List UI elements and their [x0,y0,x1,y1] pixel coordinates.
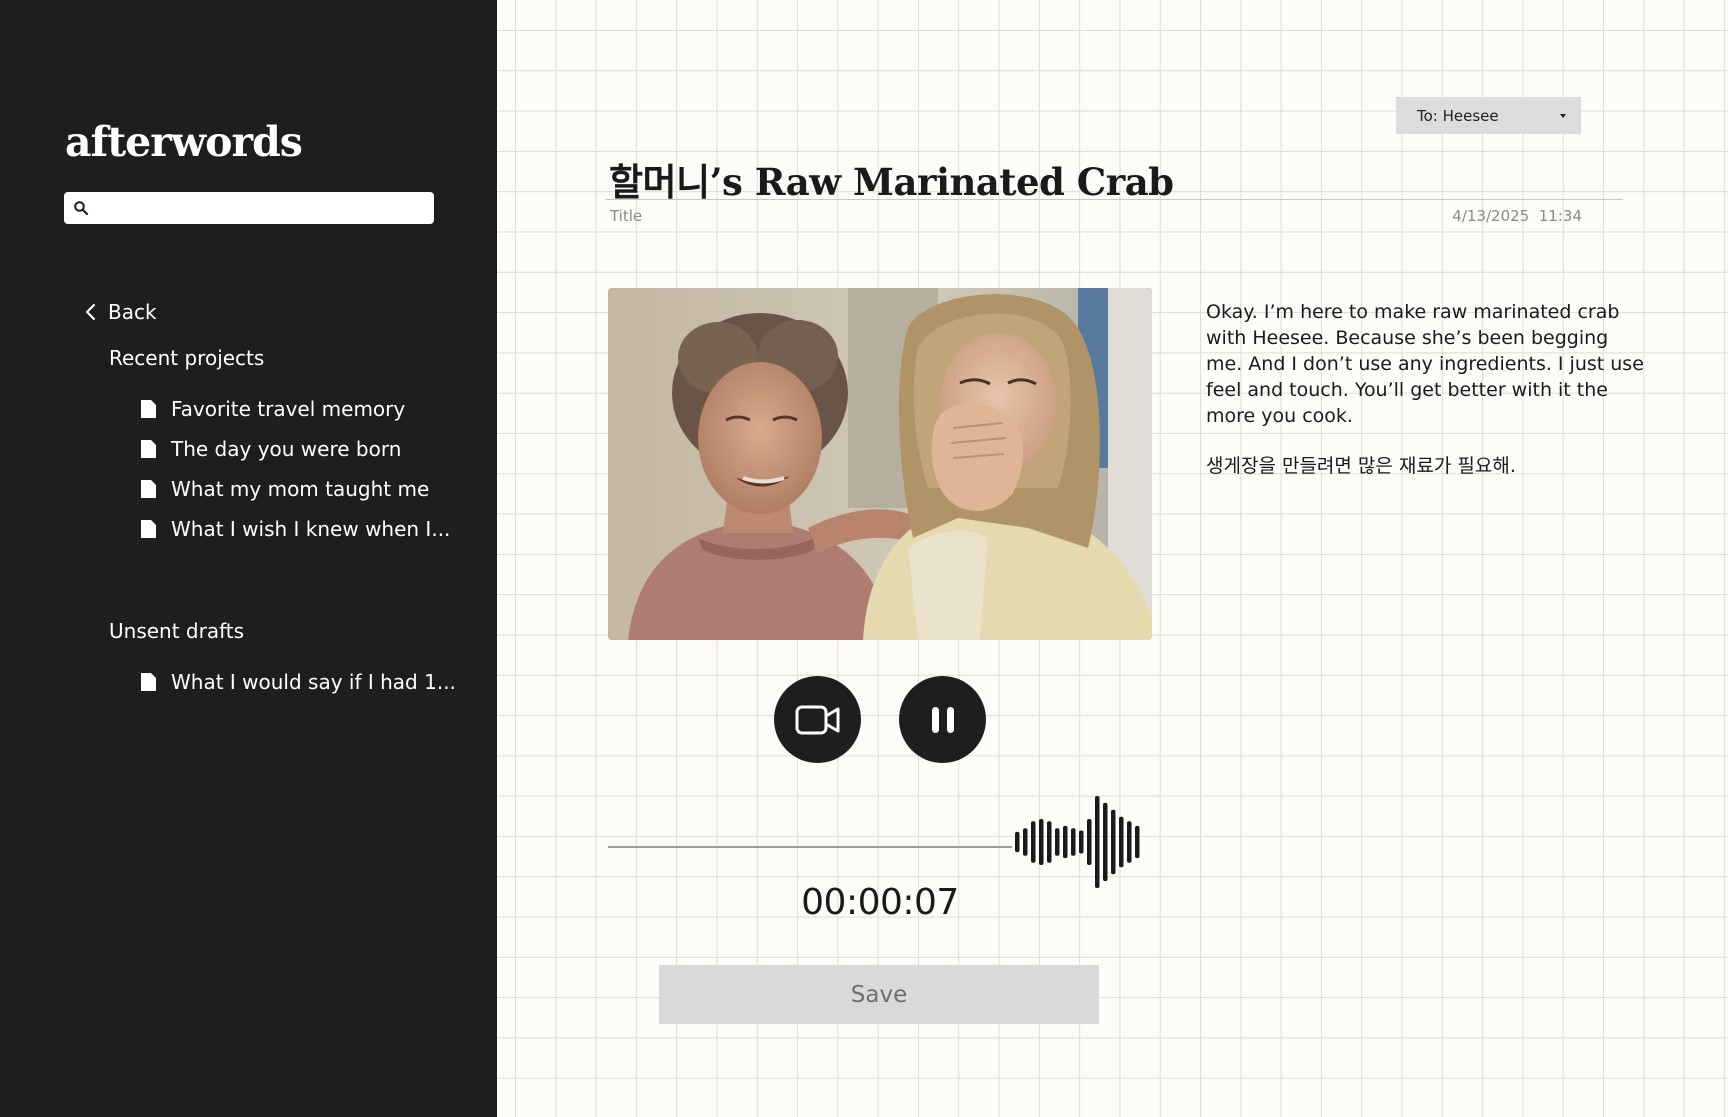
chevron-left-icon [86,304,95,320]
draft-label: What I would say if I had 1... [171,670,456,694]
waveform-bar [1031,821,1036,863]
document-date: 4/13/2025 [1452,207,1530,225]
waveform-bar [1095,796,1100,888]
recent-project-item[interactable]: What my mom taught me [140,469,450,509]
unsent-drafts-list: What I would say if I had 1... [140,662,456,702]
recent-projects-heading: Recent projects [109,346,265,370]
recipient-dropdown[interactable]: To: Heesee [1396,97,1581,134]
transcript-paragraph: 생게장을 만들려면 많은 재료가 필요해. [1206,455,1516,477]
sidebar: afterwords Back Recent projects Favorite… [0,0,497,1117]
recent-project-item[interactable]: The day you were born [140,429,450,469]
video-frame-illustration [608,288,1152,640]
document-timestamp: 4/13/2025 11:34 [1452,207,1582,225]
waveform-bar [1127,821,1132,863]
video-camera-icon [795,705,839,734]
waveform-bar [1047,821,1052,863]
recent-project-label: What my mom taught me [171,477,430,501]
audio-waveform [1015,796,1140,888]
waveform-bar [1063,825,1068,859]
waveform-bar [1135,825,1140,859]
recent-project-item[interactable]: What I wish I knew when I... [140,509,450,549]
document-icon [141,440,156,458]
recent-project-label: The day you were born [171,437,402,461]
recent-project-label: What I wish I knew when I... [171,517,451,541]
waveform-bar [1079,830,1084,854]
recording-progress-line [608,846,1012,848]
waveform-bar [1071,828,1076,856]
video-preview[interactable] [608,288,1152,640]
search-box[interactable] [64,192,434,224]
camera-toggle-button[interactable] [774,676,861,763]
back-label: Back [108,300,157,324]
transcript-paragraph: Okay. I’m here to make raw marinated cra… [1206,301,1644,427]
waveform-bar [1111,809,1116,875]
document-icon [141,673,156,691]
transcript[interactable]: Okay. I’m here to make raw marinated cra… [1206,299,1646,503]
unsent-drafts-heading: Unsent drafts [109,619,245,643]
waveform-bar [1119,816,1124,868]
caret-down-icon [1560,114,1566,118]
waveform-bar [1103,802,1108,882]
search-icon [74,201,89,216]
title-underline [605,199,1623,200]
recipient-value: To: Heesee [1417,106,1499,125]
back-button[interactable]: Back [84,300,157,324]
search-input[interactable] [96,196,426,220]
waveform-bar [1087,819,1092,865]
recording-timer: 00:00:07 [801,882,959,923]
title-field-label: Title [610,207,643,225]
recent-project-item[interactable]: Favorite travel memory [140,389,450,429]
editor-canvas: To: Heesee 할머니’s Raw Marinated Crab Titl… [497,0,1728,1117]
draft-item[interactable]: What I would say if I had 1... [140,662,456,702]
document-icon [141,520,156,538]
waveform-bar [1015,831,1020,853]
waveform-bar [1055,828,1060,856]
recent-project-label: Favorite travel memory [171,397,406,421]
brand-logo: afterwords [65,118,303,166]
document-title[interactable]: 할머니’s Raw Marinated Crab [609,152,1174,206]
document-time: 11:34 [1538,207,1582,225]
save-button[interactable]: Save [659,965,1099,1024]
pause-button[interactable] [899,676,986,763]
document-icon [141,480,156,498]
waveform-bar [1023,828,1028,856]
document-icon [141,400,156,418]
recent-projects-list: Favorite travel memory The day you were … [140,389,450,549]
pause-icon [931,706,954,733]
waveform-bar [1039,819,1044,865]
